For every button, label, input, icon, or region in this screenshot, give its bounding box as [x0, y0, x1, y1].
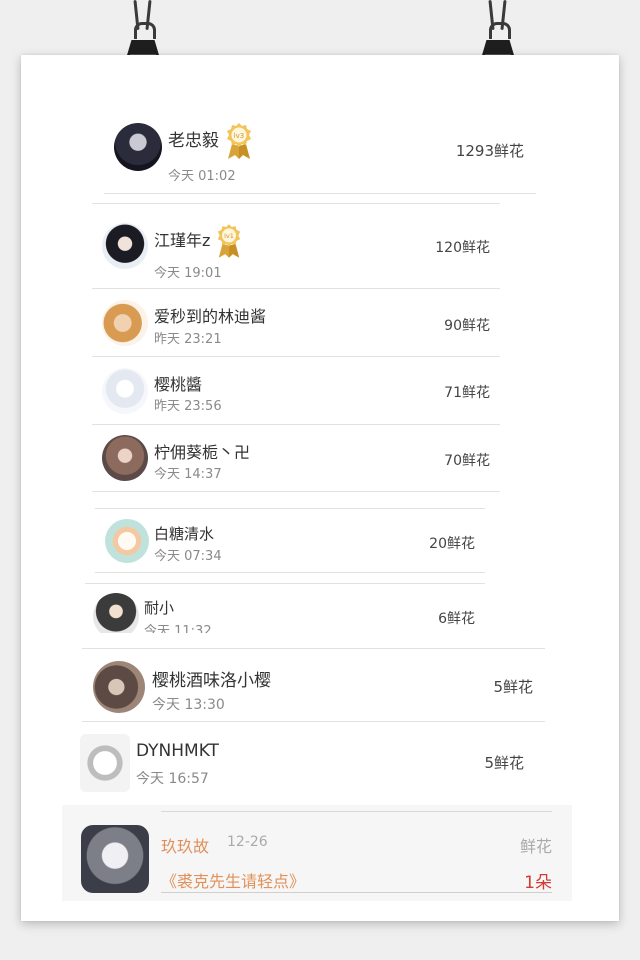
flower-count: 120鲜花: [435, 240, 490, 256]
list-item[interactable]: 樱桃酒味洛小樱 今天 13:30 5鲜花: [82, 648, 545, 722]
user-name: 耐小: [144, 599, 175, 617]
timestamp: 今天 14:37: [154, 467, 222, 482]
list-item[interactable]: 爱秒到的林迪酱 昨天 23:21 90鲜花: [92, 290, 500, 357]
list-item[interactable]: 白糖清水 今天 07:34 20鲜花: [95, 508, 485, 573]
user-name: 老忠毅: [168, 131, 219, 151]
user-avatar[interactable]: [102, 368, 148, 414]
flower-count: 5鲜花: [493, 678, 533, 696]
level-badge-icon: lv3: [227, 123, 251, 159]
user-avatar[interactable]: [81, 825, 149, 893]
timestamp: 今天 07:34: [154, 549, 222, 564]
book-title-link[interactable]: 《裘克先生请轻点》: [161, 868, 305, 892]
timestamp: 今天 13:30: [152, 697, 225, 713]
user-avatar[interactable]: [102, 223, 148, 269]
flower-count: 1293鲜花: [455, 142, 524, 160]
list-item[interactable]: 老忠毅 lv3 今天 01:02 1293鲜花: [104, 112, 536, 194]
list-item[interactable]: DYNHMKT 今天 16:57 5鲜花: [64, 723, 542, 803]
flower-count: 20鲜花: [429, 536, 475, 552]
gift-sender-name[interactable]: 玖玖故: [161, 833, 209, 857]
user-name: 柠佣葵栀丶卍: [154, 443, 251, 462]
list-item[interactable]: 耐小 今天 11:32 6鲜花: [85, 583, 485, 633]
timestamp: 今天 19:01: [154, 266, 222, 281]
user-name: 樱桃醬: [154, 375, 203, 394]
user-avatar[interactable]: [114, 123, 162, 171]
flower-count: 71鲜花: [444, 385, 490, 401]
list-item[interactable]: 樱桃醬 昨天 23:56 71鲜花: [92, 358, 500, 425]
user-name: DYNHMKT: [136, 741, 219, 761]
user-avatar[interactable]: [80, 734, 130, 792]
gift-record-card[interactable]: 玖玖故 12-26 鲜花 《裘克先生请轻点》 1朵: [62, 805, 572, 901]
list-item[interactable]: 江瑾年z lv1 今天 19:01 120鲜花: [92, 203, 500, 289]
svg-text:lv3: lv3: [234, 132, 245, 140]
flower-count: 70鲜花: [444, 453, 490, 469]
flowers-label: 鲜花: [519, 837, 552, 856]
user-name: 江瑾年z: [154, 231, 211, 250]
user-name: 白糖清水: [154, 525, 215, 543]
flower-count: 5鲜花: [484, 754, 524, 772]
user-name: 樱桃酒味洛小樱: [152, 671, 271, 691]
level-badge-icon: lv1: [217, 224, 241, 258]
user-avatar[interactable]: [102, 300, 148, 346]
user-avatar[interactable]: [105, 519, 149, 563]
timestamp: 今天 01:02: [168, 169, 236, 184]
flower-count: 90鲜花: [444, 318, 490, 334]
user-avatar[interactable]: [93, 661, 145, 713]
timestamp: 今天 16:57: [136, 771, 209, 787]
timestamp: 昨天 23:21: [154, 332, 222, 347]
list-item[interactable]: 柠佣葵栀丶卍 今天 14:37 70鲜花: [92, 426, 500, 492]
svg-text:lv1: lv1: [224, 232, 234, 240]
flower-count: 6鲜花: [438, 611, 475, 627]
user-name: 爱秒到的林迪酱: [154, 307, 267, 326]
user-avatar[interactable]: [102, 435, 148, 481]
gift-date: 12-26: [227, 834, 268, 850]
timestamp: 今天 11:32: [144, 624, 212, 633]
gift-count: 1朵: [524, 873, 552, 893]
user-avatar[interactable]: [93, 593, 139, 633]
timestamp: 昨天 23:56: [154, 399, 222, 414]
